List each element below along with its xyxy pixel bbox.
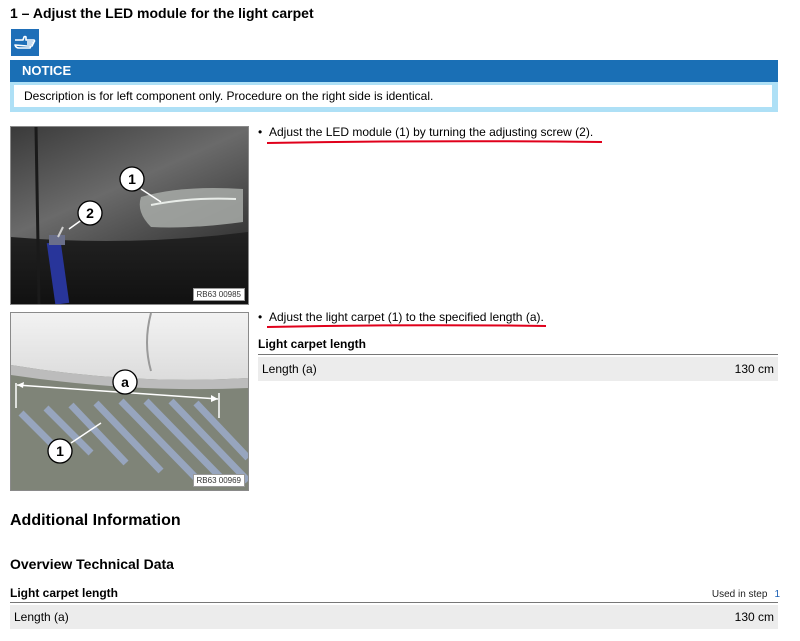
- used-in-step-label: Used in step: [711, 589, 768, 600]
- row-value: 130 cm: [734, 610, 774, 624]
- notice-text: Description is for left component only. …: [14, 85, 772, 107]
- led-module-photo: 1 2 RB63 00985: [10, 126, 249, 305]
- page-title: 1 – Adjust the LED module for the light …: [10, 5, 314, 21]
- divider: [258, 354, 778, 355]
- row-label: Length (a): [14, 610, 69, 624]
- divider: [10, 602, 778, 603]
- step-1-text: Adjust the LED module (1) by turning the…: [269, 125, 594, 139]
- bullet: •: [258, 125, 263, 139]
- row-label: Length (a): [262, 362, 317, 376]
- callout-1b: 1: [56, 443, 64, 459]
- table2-title: Light carpet length: [10, 586, 118, 600]
- step-link[interactable]: 1: [774, 589, 780, 600]
- red-underline: [266, 140, 603, 144]
- callout-a: a: [121, 374, 129, 390]
- callout-1: 1: [128, 171, 136, 187]
- red-underline: [266, 324, 547, 328]
- table-row: Length (a) 130 cm: [10, 605, 778, 629]
- light-carpet-photo: a 1 RB63 00969: [10, 312, 249, 491]
- row-value: 130 cm: [734, 362, 774, 376]
- step-1: • Adjust the LED module (1) by turning th…: [258, 125, 593, 139]
- notice-box: NOTICE Description is for left component…: [10, 60, 778, 112]
- image-ref: RB63 00969: [192, 474, 245, 487]
- pointing-hand-icon: [11, 29, 39, 56]
- overview-heading: Overview Technical Data: [10, 556, 174, 572]
- image-ref: RB63 00985: [192, 288, 245, 301]
- callout-2: 2: [86, 205, 94, 221]
- table-row: Length (a) 130 cm: [258, 357, 778, 381]
- additional-info-heading: Additional Information: [10, 512, 181, 529]
- used-in-step: Used in step 1: [712, 589, 780, 600]
- table-title: Light carpet length: [258, 337, 366, 351]
- notice-header: NOTICE: [10, 60, 778, 82]
